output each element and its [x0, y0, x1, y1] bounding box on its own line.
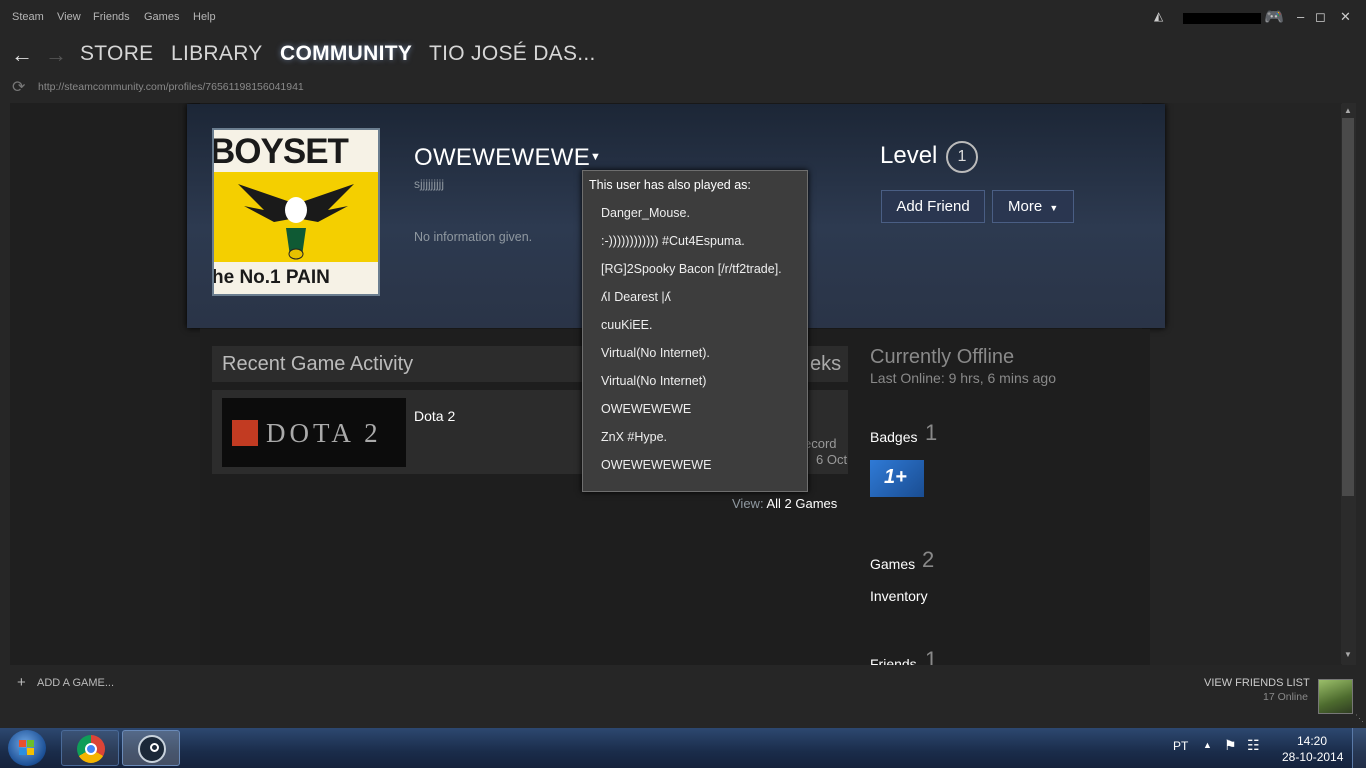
clock-date[interactable]: 28-10-2014: [1282, 750, 1343, 764]
add-game-plus-icon[interactable]: +: [17, 674, 26, 691]
view-friends-list-button[interactable]: VIEW FRIENDS LIST: [1204, 677, 1310, 689]
dota2-emblem-icon: [232, 420, 258, 446]
alias-item: :-)))))))))))) #Cut4Espuma.: [601, 234, 745, 248]
nav-user-profile[interactable]: TIO JOSÉ DAS...: [429, 42, 596, 66]
scroll-up-icon[interactable]: ▲: [1344, 106, 1352, 115]
last-played-date: 6 Oct: [816, 452, 848, 467]
redacted-username: [1183, 13, 1261, 24]
nav-community[interactable]: COMMUNITY: [280, 42, 412, 66]
vertical-scrollbar[interactable]: ▲ ▼: [1341, 104, 1355, 664]
page-background-left: [10, 103, 200, 665]
alias-item: ZnX #Hype.: [601, 430, 668, 444]
nav-library[interactable]: LIBRARY: [171, 42, 263, 66]
taskbar-steam-button[interactable]: [122, 730, 180, 766]
avatar: BOYSET he No.1 PAIN: [212, 128, 380, 296]
back-arrow-icon[interactable]: ←: [11, 42, 33, 68]
scrollbar-thumb[interactable]: [1342, 118, 1354, 496]
dota2-game-logo[interactable]: DOTA 2: [222, 398, 406, 467]
profile-summary: No information given.: [414, 230, 533, 244]
dota2-logo-text: DOTA 2: [266, 418, 382, 448]
steam-icon: [138, 735, 166, 763]
alias-item: [RG]2Spooky Bacon [/r/tf2trade].: [601, 262, 782, 276]
view-label: View:: [732, 496, 764, 511]
badges-link[interactable]: Badges: [870, 429, 917, 445]
menu-help[interactable]: Help: [193, 11, 216, 23]
refresh-icon[interactable]: ⟳: [12, 77, 25, 97]
close-icon[interactable]: ✕: [1340, 9, 1351, 25]
badges-count: 1: [925, 420, 938, 445]
friends-count: 1: [925, 647, 938, 665]
profile-name: OWEWEWEWE: [414, 144, 591, 171]
show-hidden-icons-icon[interactable]: ▲: [1203, 740, 1212, 750]
steam-bottom-bar: + ADD A GAME... VIEW FRIENDS LIST 17 Onl…: [0, 665, 1366, 729]
more-button-label: More: [1008, 198, 1043, 215]
hours-played-text: eks: [810, 353, 842, 375]
scroll-down-icon[interactable]: ▼: [1344, 650, 1352, 659]
real-name: sjjjjjjjjj: [414, 177, 444, 191]
clock-time[interactable]: 14:20: [1297, 734, 1327, 748]
taskbar-chrome-button[interactable]: [61, 730, 119, 766]
badge-icon-text: 1+: [884, 466, 907, 488]
friends-online-count: 17 Online: [1263, 691, 1308, 703]
alias-item: OWEWEWEWEWE: [601, 458, 712, 472]
alias-item: cuuKiEE.: [601, 318, 653, 332]
avatar-brand-text: BOYSET: [212, 132, 349, 171]
menu-steam[interactable]: Steam: [12, 11, 44, 23]
resize-grip-icon[interactable]: ⋱: [1355, 713, 1364, 724]
menu-friends[interactable]: Friends: [93, 11, 130, 23]
menu-view[interactable]: View: [57, 11, 81, 23]
last-online: Last Online: 9 hrs, 6 mins ago: [870, 370, 1056, 386]
nav-store[interactable]: STORE: [80, 42, 153, 66]
minimize-icon[interactable]: –: [1297, 9, 1304, 24]
name-history-popup: This user has also played as: Danger_Mou…: [582, 170, 808, 492]
view-all-games: View: All 2 Games: [732, 496, 837, 511]
games-link[interactable]: Games: [870, 556, 915, 572]
steam-menubar: Steam View Friends Games Help ◭ 🎮 – ◻ ✕: [0, 0, 1366, 36]
menu-games[interactable]: Games: [144, 11, 179, 23]
page-background-right: [1142, 103, 1342, 665]
eagle-logo-icon: [238, 184, 354, 260]
more-button[interactable]: More ▼: [992, 190, 1074, 223]
popup-title: This user has also played as:: [589, 178, 751, 192]
alias-item: OWEWEWEWE: [601, 402, 692, 416]
alias-item: ʎI Dearest |ʎ: [601, 290, 671, 304]
maximize-icon[interactable]: ◻: [1315, 9, 1326, 25]
action-center-flag-icon[interactable]: ⚑: [1224, 737, 1237, 754]
network-icon[interactable]: ☷: [1247, 737, 1260, 754]
add-friend-button[interactable]: Add Friend: [881, 190, 985, 223]
recent-activity-title: Recent Game Activity: [222, 353, 414, 375]
url-bar: ⟳ http://steamcommunity.com/profiles/765…: [0, 76, 1366, 98]
all-games-link[interactable]: All 2 Games: [766, 496, 837, 511]
inventory-link[interactable]: Inventory: [870, 588, 928, 604]
game-name[interactable]: Dota 2: [414, 408, 455, 424]
badge-icon[interactable]: 1+: [870, 460, 924, 497]
avatar-slogan-text: he No.1 PAIN: [212, 267, 330, 288]
big-picture-gamepad-icon[interactable]: 🎮: [1264, 7, 1284, 27]
level-badge: 1: [946, 141, 978, 173]
alias-item: Danger_Mouse.: [601, 206, 690, 220]
language-indicator[interactable]: PT: [1173, 739, 1188, 753]
windows-start-icon[interactable]: [8, 730, 46, 766]
alias-item: Virtual(No Internet): [601, 374, 707, 388]
user-avatar[interactable]: [1318, 679, 1353, 714]
games-count: 2: [922, 547, 935, 572]
url-text[interactable]: http://steamcommunity.com/profiles/76561…: [38, 81, 304, 93]
forward-arrow-icon[interactable]: →: [45, 42, 67, 68]
chrome-icon: [77, 735, 105, 763]
friends-link[interactable]: Friends: [870, 656, 917, 665]
show-desktop-button[interactable]: [1352, 728, 1366, 768]
online-status: Currently Offline: [870, 346, 1015, 368]
notification-icon[interactable]: ◭: [1154, 9, 1163, 23]
add-game-button[interactable]: ADD A GAME...: [37, 677, 114, 689]
last-played-record: ecord: [804, 436, 837, 451]
alias-item: Virtual(No Internet).: [601, 346, 710, 360]
level-label: Level: [880, 142, 938, 169]
name-history-dropdown-icon[interactable]: ▼: [590, 151, 601, 163]
chevron-down-icon: ▼: [1049, 203, 1059, 213]
windows-taskbar: PT ▲ ⚑ ☷ 14:20 28-10-2014: [0, 728, 1366, 768]
